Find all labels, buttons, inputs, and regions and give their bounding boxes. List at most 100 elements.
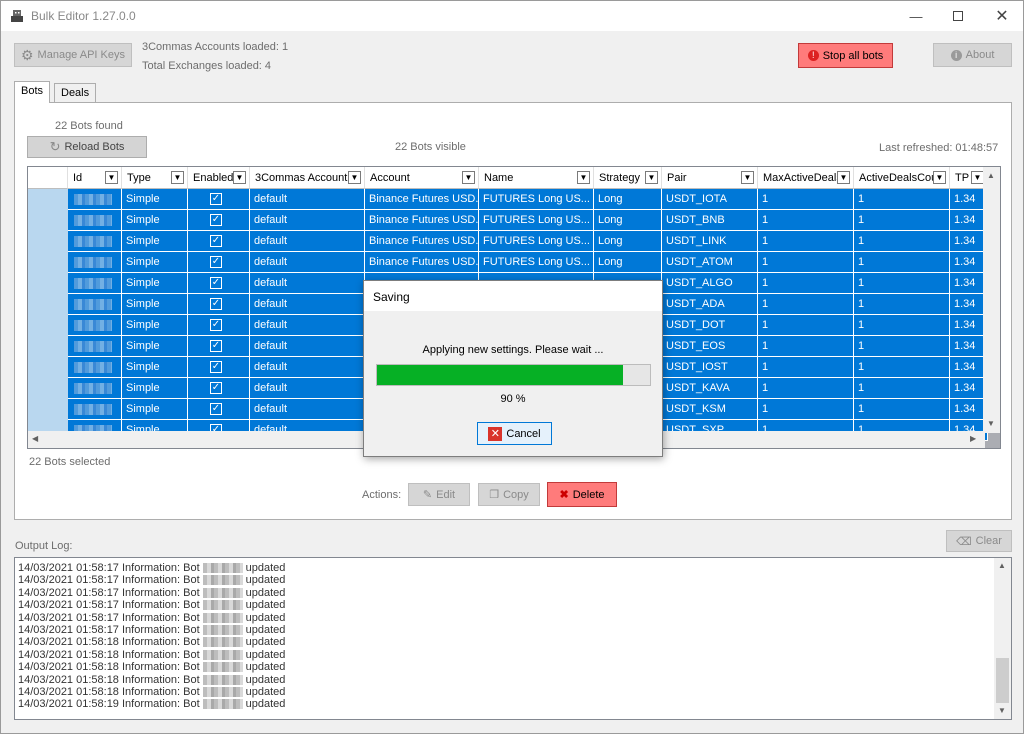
row-header[interactable] — [28, 336, 68, 357]
tab-bots[interactable]: Bots — [14, 81, 50, 103]
cell-active[interactable]: 1 — [854, 399, 950, 420]
cell-enabled[interactable]: ✓ — [188, 336, 250, 357]
cell-pair[interactable]: USDT_BNB — [662, 210, 758, 231]
cell-pair[interactable]: USDT_EOS — [662, 336, 758, 357]
column-header[interactable]: Type ▼ — [122, 167, 188, 189]
cell-pair[interactable]: USDT_IOST — [662, 357, 758, 378]
row-header[interactable] — [28, 315, 68, 336]
filter-dropdown-icon[interactable]: ▼ — [645, 171, 658, 184]
cell-strategy[interactable]: Long — [594, 189, 662, 210]
cell-account3c[interactable]: default — [250, 273, 365, 294]
cell-active[interactable]: 1 — [854, 273, 950, 294]
cell-pair[interactable]: USDT_DOT — [662, 315, 758, 336]
cell-account[interactable]: Binance Futures USD... — [365, 210, 479, 231]
log-scroll-thumb[interactable] — [996, 658, 1009, 703]
column-header[interactable]: MaxActiveDeals ▼ — [758, 167, 854, 189]
cell-account[interactable]: Binance Futures USD... — [365, 189, 479, 210]
row-header[interactable] — [28, 378, 68, 399]
cell-enabled[interactable]: ✓ — [188, 189, 250, 210]
checkbox-checked-icon[interactable]: ✓ — [210, 382, 222, 394]
cell-id-redacted[interactable] — [68, 336, 122, 357]
cell-account[interactable]: Binance Futures USD... — [365, 231, 479, 252]
row-header[interactable] — [28, 231, 68, 252]
cell-max[interactable]: 1 — [758, 336, 854, 357]
stop-all-bots-button[interactable]: ! Stop all bots — [798, 43, 893, 68]
cell-id-redacted[interactable] — [68, 315, 122, 336]
cell-type[interactable]: Simple — [122, 294, 188, 315]
cell-pair[interactable]: USDT_ATOM — [662, 252, 758, 273]
cell-active[interactable]: 1 — [854, 357, 950, 378]
cell-max[interactable]: 1 — [758, 315, 854, 336]
cell-enabled[interactable]: ✓ — [188, 315, 250, 336]
filter-dropdown-icon[interactable]: ▼ — [577, 171, 590, 184]
cell-type[interactable]: Simple — [122, 399, 188, 420]
maximize-button[interactable] — [935, 1, 981, 31]
copy-button[interactable]: ❐ Copy — [478, 483, 540, 506]
cell-max[interactable]: 1 — [758, 399, 854, 420]
cell-account[interactable]: Binance Futures USD... — [365, 252, 479, 273]
cell-account3c[interactable]: default — [250, 210, 365, 231]
cell-active[interactable]: 1 — [854, 189, 950, 210]
cell-active[interactable]: 1 — [854, 231, 950, 252]
column-header[interactable]: Enabled ▼ — [188, 167, 250, 189]
cell-max[interactable]: 1 — [758, 252, 854, 273]
cell-type[interactable]: Simple — [122, 357, 188, 378]
cell-max[interactable]: 1 — [758, 210, 854, 231]
cell-max[interactable]: 1 — [758, 231, 854, 252]
grid-vertical-scrollbar[interactable]: ▲ ▼ — [983, 167, 1000, 433]
cell-active[interactable]: 1 — [854, 315, 950, 336]
cell-active[interactable]: 1 — [854, 378, 950, 399]
column-header[interactable]: ActiveDealsCou ▼ — [854, 167, 950, 189]
checkbox-checked-icon[interactable]: ✓ — [210, 403, 222, 415]
cell-enabled[interactable]: ✓ — [188, 273, 250, 294]
cell-id-redacted[interactable] — [68, 189, 122, 210]
cell-type[interactable]: Simple — [122, 378, 188, 399]
minimize-button[interactable]: — — [893, 1, 939, 31]
row-header[interactable] — [28, 189, 68, 210]
delete-button[interactable]: ✖ Delete — [547, 482, 617, 507]
cell-type[interactable]: Simple — [122, 252, 188, 273]
cell-max[interactable]: 1 — [758, 378, 854, 399]
filter-dropdown-icon[interactable]: ▼ — [105, 171, 118, 184]
column-header[interactable]: Id ▼ — [68, 167, 122, 189]
checkbox-checked-icon[interactable]: ✓ — [210, 214, 222, 226]
cell-id-redacted[interactable] — [68, 252, 122, 273]
checkbox-checked-icon[interactable]: ✓ — [210, 277, 222, 289]
checkbox-checked-icon[interactable]: ✓ — [210, 361, 222, 373]
cell-account3c[interactable]: default — [250, 294, 365, 315]
cell-pair[interactable]: USDT_ALGO — [662, 273, 758, 294]
cell-account3c[interactable]: default — [250, 189, 365, 210]
cell-enabled[interactable]: ✓ — [188, 210, 250, 231]
cell-account3c[interactable]: default — [250, 399, 365, 420]
cell-account3c[interactable]: default — [250, 315, 365, 336]
output-log[interactable]: 14/03/2021 01:58:17 Information: Bot upda… — [14, 557, 1012, 720]
row-header[interactable] — [28, 357, 68, 378]
cancel-button[interactable]: ✕ Cancel — [477, 422, 552, 445]
cell-type[interactable]: Simple — [122, 336, 188, 357]
row-header[interactable] — [28, 252, 68, 273]
cell-pair[interactable]: USDT_IOTA — [662, 189, 758, 210]
cell-active[interactable]: 1 — [854, 294, 950, 315]
cell-account3c[interactable]: default — [250, 378, 365, 399]
cell-id-redacted[interactable] — [68, 231, 122, 252]
cell-account3c[interactable]: default — [250, 336, 365, 357]
table-row[interactable]: Simple ✓ default Binance Futures USD... FUTU… — [28, 252, 988, 273]
cell-type[interactable]: Simple — [122, 210, 188, 231]
cell-enabled[interactable]: ✓ — [188, 399, 250, 420]
edit-button[interactable]: ✎ Edit — [408, 483, 470, 506]
grid-corner[interactable] — [28, 167, 68, 189]
filter-dropdown-icon[interactable]: ▼ — [462, 171, 475, 184]
checkbox-checked-icon[interactable]: ✓ — [210, 298, 222, 310]
cell-id-redacted[interactable] — [68, 357, 122, 378]
cell-id-redacted[interactable] — [68, 210, 122, 231]
row-header[interactable] — [28, 399, 68, 420]
column-header[interactable]: Strategy ▼ — [594, 167, 662, 189]
table-row[interactable]: Simple ✓ default Binance Futures USD... FUTU… — [28, 189, 988, 210]
cell-type[interactable]: Simple — [122, 231, 188, 252]
cell-max[interactable]: 1 — [758, 294, 854, 315]
checkbox-checked-icon[interactable]: ✓ — [210, 193, 222, 205]
log-scrollbar[interactable]: ▲ ▼ — [994, 558, 1011, 719]
clear-button[interactable]: ⌫ Clear — [946, 530, 1012, 552]
cell-id-redacted[interactable] — [68, 378, 122, 399]
row-header[interactable] — [28, 210, 68, 231]
